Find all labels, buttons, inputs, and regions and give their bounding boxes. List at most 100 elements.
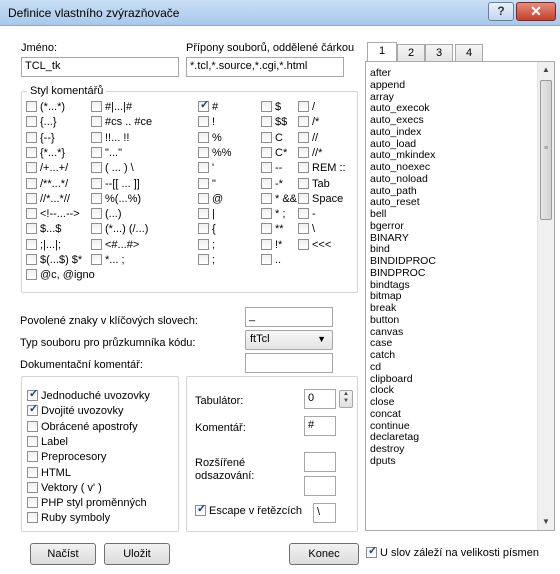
comment-style-checkbox[interactable]: #|...|# [91,101,132,115]
quote-option-checkbox[interactable]: HTML [27,466,71,481]
comment-style-checkbox[interactable]: (*...) (/...) [91,223,148,237]
file-type-select[interactable]: ftTcl ▼ [245,330,333,350]
load-button[interactable]: Načíst [30,543,96,565]
quote-option-checkbox[interactable]: Ruby symboly [27,512,110,526]
comment-style-checkbox[interactable]: C* [261,146,287,161]
comment-style-checkbox[interactable]: --[[ ... ]] [91,177,140,192]
comment-input[interactable]: # [304,416,336,436]
tabulator-input[interactable]: 0 [304,389,336,409]
comment-style-checkbox[interactable]: %% [198,146,232,161]
keyword-list-item[interactable]: concat [370,408,538,421]
comment-style-checkbox[interactable]: ' [198,162,214,176]
help-button[interactable]: ? [488,2,514,21]
extensions-input[interactable]: *.tcl,*.source,*.cgi,*.html [186,57,344,77]
keyword-list-item[interactable]: cd [370,361,538,374]
comment-style-checkbox[interactable]: " [198,177,216,192]
close-button[interactable]: Konec [289,543,359,565]
keyword-list-item[interactable]: button [370,314,538,327]
keyword-list-scrollbar[interactable]: ▲ ≡ ▼ [537,62,554,530]
doc-comment-input[interactable] [245,353,333,373]
indent-input-2[interactable] [304,476,336,496]
keyword-list-item[interactable]: auto_execs [370,114,538,127]
comment-style-checkbox[interactable]: <#...#> [91,238,139,253]
quote-option-checkbox[interactable]: Obrácené apostrofy [27,420,138,435]
quote-option-checkbox[interactable]: PHP styl proměnných [27,497,147,511]
tab-1[interactable]: 1 [367,42,397,62]
keyword-list-item[interactable]: clipboard [370,373,538,386]
comment-style-checkbox[interactable]: Tab [298,177,330,192]
tab-2[interactable]: 2 [397,44,425,62]
quote-option-checkbox[interactable]: Vektory ( v' ) [27,481,102,496]
comment-style-checkbox[interactable]: / [298,101,315,115]
keyword-list-item[interactable]: auto_noload [370,173,538,186]
keyword-list-item[interactable]: break [370,302,538,315]
comment-style-checkbox[interactable]: /+...+/ [26,162,68,176]
comment-style-checkbox[interactable]: * && [261,192,297,207]
quote-option-checkbox[interactable]: Label [27,435,68,450]
escape-input[interactable]: \ [313,503,336,523]
comment-style-checkbox[interactable]: -- [261,162,282,176]
comment-style-checkbox[interactable]: ; [198,254,215,268]
comment-style-checkbox[interactable]: %(...%) [91,192,141,207]
comment-style-checkbox[interactable]: /**...*/ [26,177,68,192]
comment-style-checkbox[interactable]: /* [298,116,319,130]
comment-style-checkbox[interactable]: | [198,208,215,222]
scroll-thumb[interactable]: ≡ [540,80,552,220]
comment-style-checkbox[interactable]: # [198,99,218,115]
quote-option-checkbox[interactable]: Preprocesory [27,451,106,465]
keyword-list-item[interactable]: clock [370,384,538,397]
case-sensitive-checkbox[interactable]: U slov záleží na velikosti písmen [366,545,539,561]
keyword-list-item[interactable]: catch [370,349,538,362]
comment-style-checkbox[interactable]: Space [298,192,343,207]
keyword-list-item[interactable]: canvas [370,326,538,339]
close-window-button[interactable]: ✕ [516,2,556,21]
indent-input-1[interactable] [304,452,336,472]
comment-style-checkbox[interactable]: <<< [298,238,331,253]
comment-style-checkbox[interactable]: REM :: [298,162,346,176]
comment-style-checkbox[interactable]: <!--...--> [26,208,80,222]
tabulator-stepper[interactable]: ▲ ▼ [339,390,353,408]
keyword-list-item[interactable]: BINDPROC [370,267,538,280]
comment-style-checkbox[interactable]: * ; [261,208,285,222]
escape-checkbox[interactable]: Escape v řetězcích [195,503,302,519]
comment-style-checkbox[interactable]: //* [298,146,322,161]
comment-style-checkbox[interactable]: .. [261,254,281,268]
comment-style-checkbox[interactable]: {*...*} [26,146,65,161]
keyword-list-item[interactable]: destroy [370,443,538,456]
comment-style-checkbox[interactable]: % [198,131,222,146]
comment-style-checkbox[interactable]: //*...*// [26,192,70,207]
comment-style-checkbox[interactable]: -* [261,177,283,192]
keyword-list-item[interactable]: case [370,337,538,350]
comment-style-checkbox[interactable]: {--} [26,131,55,146]
comment-style-checkbox[interactable]: (*...*) [26,101,65,115]
comment-style-checkbox[interactable]: ;|...|; [26,238,61,253]
comment-style-checkbox[interactable]: #cs .. #ce [91,116,152,130]
keyword-list-item[interactable]: BINDIDPROC [370,255,538,268]
comment-style-checkbox[interactable]: - [298,208,316,222]
keyword-list-item[interactable]: auto_reset [370,196,538,209]
keyword-list-item[interactable]: dputs [370,455,538,468]
comment-style-checkbox[interactable]: ( ... ) \ [91,162,134,176]
name-input[interactable]: TCL_tk [21,57,179,77]
comment-style-checkbox[interactable]: { [198,223,216,237]
keyword-list-item[interactable]: BINARY [370,232,538,245]
comment-style-checkbox[interactable]: $...$ [26,223,61,237]
quote-option-checkbox[interactable]: Jednoduché uvozovky [27,388,150,404]
comment-style-checkbox[interactable]: ! [198,116,215,130]
comment-style-checkbox[interactable]: C [261,131,283,146]
comment-style-checkbox[interactable]: \ [298,223,315,237]
keyword-list[interactable]: after append array auto_execok auto_execs aut… [365,61,555,531]
comment-style-checkbox[interactable]: *... ; [91,254,125,268]
comment-style-checkbox[interactable]: !!... !! [91,131,129,146]
save-button[interactable]: Uložit [104,543,170,565]
keyword-list-item[interactable]: after [370,67,538,80]
keyword-list-item[interactable]: auto_noexec [370,161,538,174]
comment-style-checkbox[interactable]: {...} [26,116,57,130]
comment-style-checkbox[interactable]: "..." [91,146,122,161]
comment-style-checkbox[interactable]: // [298,131,318,146]
comment-style-checkbox[interactable]: ** [261,223,284,237]
keyword-chars-input[interactable]: _ [245,307,333,327]
comment-style-checkbox[interactable]: !* [261,238,282,253]
keyword-list-item[interactable]: auto_index [370,126,538,139]
comment-style-checkbox[interactable]: $$ [261,116,287,130]
